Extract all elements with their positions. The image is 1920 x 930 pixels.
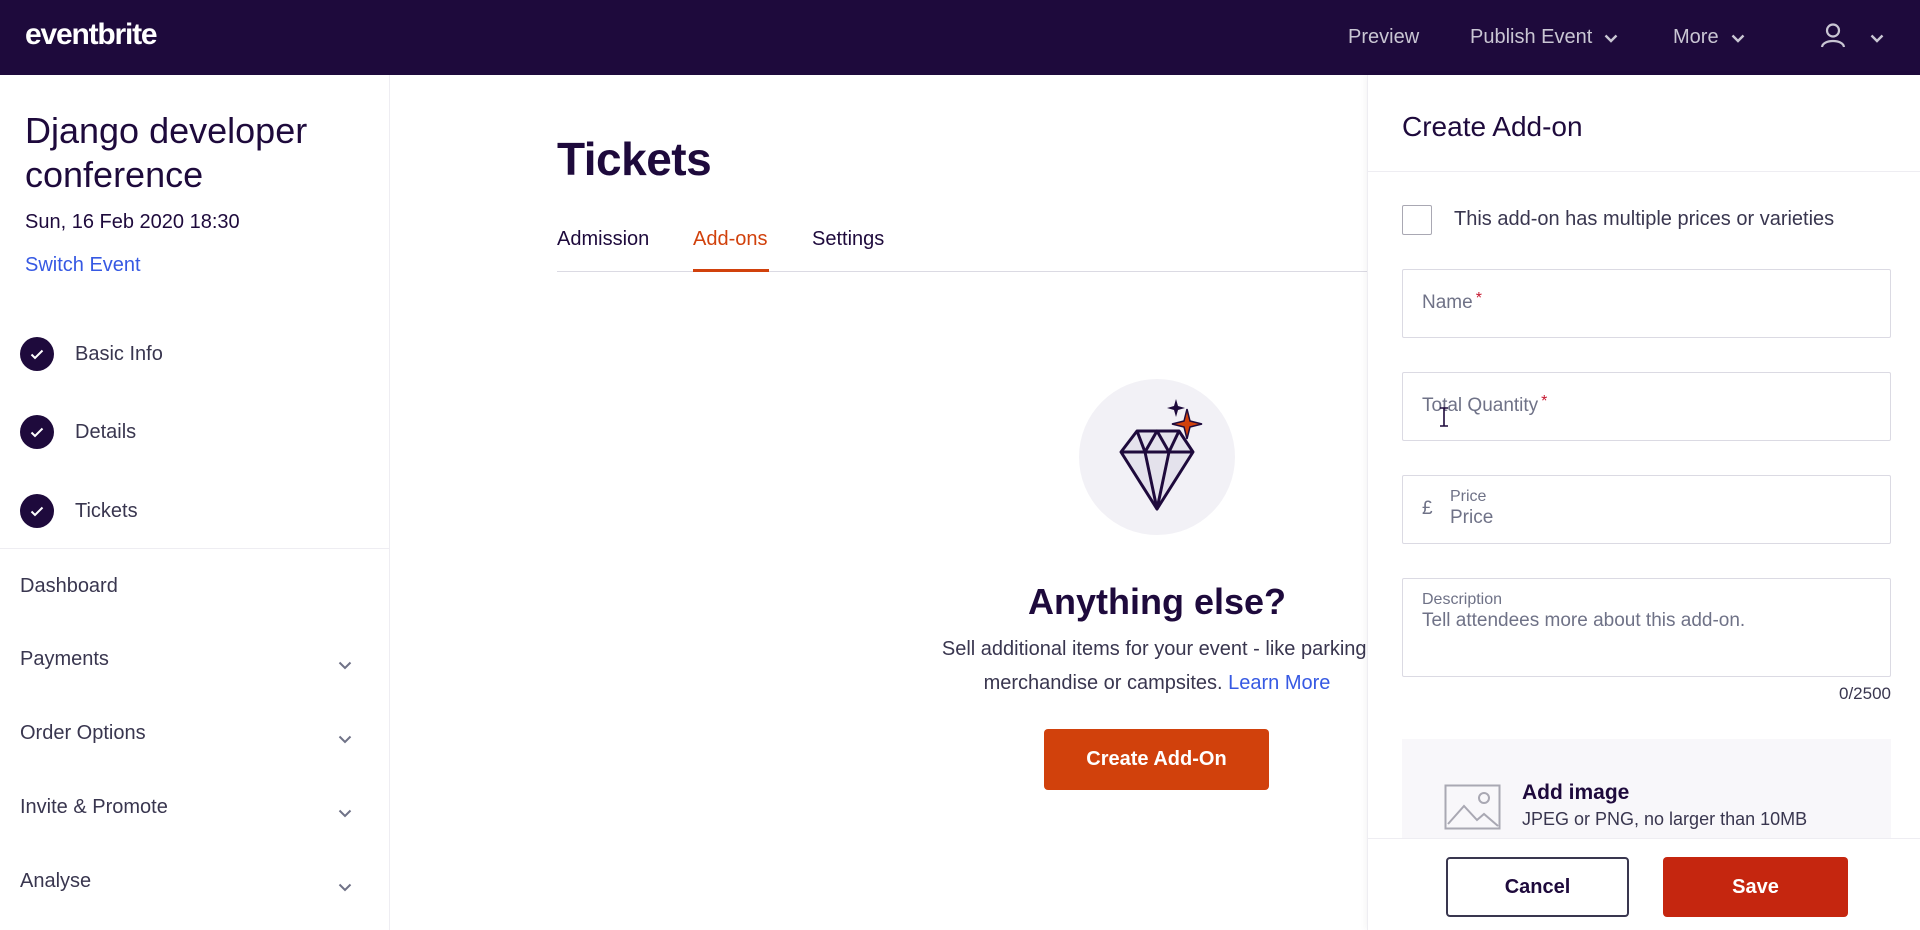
sidebar-item-payments[interactable]: Payments (20, 648, 109, 671)
price-field[interactable]: £ Price Price (1402, 475, 1891, 544)
step-details[interactable]: Details (20, 415, 136, 449)
create-add-on-button[interactable]: Create Add-On (1044, 729, 1269, 790)
create-add-on-panel: Create Add-on This add-on has multiple p… (1367, 75, 1920, 930)
event-title: Django developer conference (25, 110, 308, 195)
panel-footer: Cancel Save (1368, 838, 1920, 930)
tab-add-ons[interactable]: Add-ons (693, 228, 768, 251)
empty-state-description: Sell additional items for your event - l… (930, 632, 1384, 700)
add-image-subtitle: JPEG or PNG, no larger than 10MB (1522, 809, 1808, 829)
image-placeholder-icon (1444, 784, 1501, 835)
sidebar-divider (0, 548, 390, 549)
description-placeholder: Tell attendees more about this add-on. (1422, 610, 1746, 631)
cancel-button[interactable]: Cancel (1446, 857, 1629, 917)
step-tickets[interactable]: Tickets (20, 494, 138, 528)
name-field[interactable]: Name * (1402, 269, 1891, 338)
save-button[interactable]: Save (1663, 857, 1848, 917)
panel-title: Create Add-on (1402, 111, 1583, 142)
chevron-down-icon[interactable] (338, 657, 352, 675)
chevron-down-icon[interactable] (338, 731, 352, 749)
eventbrite-logo[interactable]: eventbrite (25, 18, 158, 52)
chevron-down-icon (1870, 26, 1884, 49)
currency-symbol: £ (1422, 498, 1433, 519)
switch-event-link[interactable]: Switch Event (25, 254, 141, 277)
add-image-title: Add image (1522, 781, 1630, 804)
more-menu[interactable]: More (1673, 0, 1745, 75)
step-basic-info[interactable]: Basic Info (20, 337, 163, 371)
step-label: Tickets (75, 499, 138, 522)
step-label: Details (75, 420, 137, 443)
more-label: More (1673, 26, 1719, 48)
panel-divider (1368, 171, 1920, 172)
tabs-divider (557, 271, 1367, 272)
preview-link[interactable]: Preview (1348, 0, 1419, 75)
learn-more-link[interactable]: Learn More (1228, 672, 1330, 694)
publish-event-menu[interactable]: Publish Event (1470, 0, 1618, 75)
empty-state-title: Anything else? (1027, 581, 1287, 622)
character-counter: 0/2500 (1839, 684, 1891, 703)
chevron-down-icon[interactable] (338, 879, 352, 897)
description-field[interactable]: Description Tell attendees more about th… (1402, 578, 1891, 677)
chevron-down-icon (1731, 26, 1745, 49)
price-placeholder: Price (1450, 507, 1494, 528)
page-title: Tickets (557, 133, 712, 185)
publish-event-label: Publish Event (1470, 26, 1593, 48)
check-icon (20, 415, 54, 449)
chevron-down-icon (1604, 26, 1618, 49)
diamond-icon (1079, 379, 1235, 535)
sidebar-item-analyse[interactable]: Analyse (20, 870, 91, 893)
check-icon (20, 494, 54, 528)
tab-settings[interactable]: Settings (812, 228, 884, 251)
account-menu[interactable] (1820, 0, 1884, 75)
name-placeholder: Name * (1422, 290, 1482, 313)
event-sidebar: Django developer conference Sun, 16 Feb … (0, 75, 390, 930)
description-label: Description (1422, 591, 1503, 608)
step-label: Basic Info (75, 342, 163, 365)
user-icon (1820, 22, 1846, 54)
sidebar-item-order-options[interactable]: Order Options (20, 722, 146, 745)
price-label: Price (1450, 488, 1487, 505)
tab-admission[interactable]: Admission (557, 228, 649, 251)
sidebar-item-dashboard[interactable]: Dashboard (20, 575, 118, 598)
add-image-dropzone[interactable]: Add image JPEG or PNG, no larger than 10… (1402, 739, 1891, 849)
check-icon (20, 337, 54, 371)
text-cursor-icon (1438, 407, 1450, 432)
multiple-prices-checkbox[interactable] (1402, 205, 1432, 235)
sidebar-item-invite-promote[interactable]: Invite & Promote (20, 796, 168, 819)
event-date: Sun, 16 Feb 2020 18:30 (25, 211, 240, 233)
total-quantity-field[interactable]: Total Quantity * (1402, 372, 1891, 441)
multiple-prices-label[interactable]: This add-on has multiple prices or varie… (1454, 208, 1834, 231)
active-tab-indicator (693, 269, 769, 272)
preview-label: Preview (1348, 26, 1420, 48)
top-bar: eventbrite Preview Publish Event More (0, 0, 1920, 75)
chevron-down-icon[interactable] (338, 805, 352, 823)
